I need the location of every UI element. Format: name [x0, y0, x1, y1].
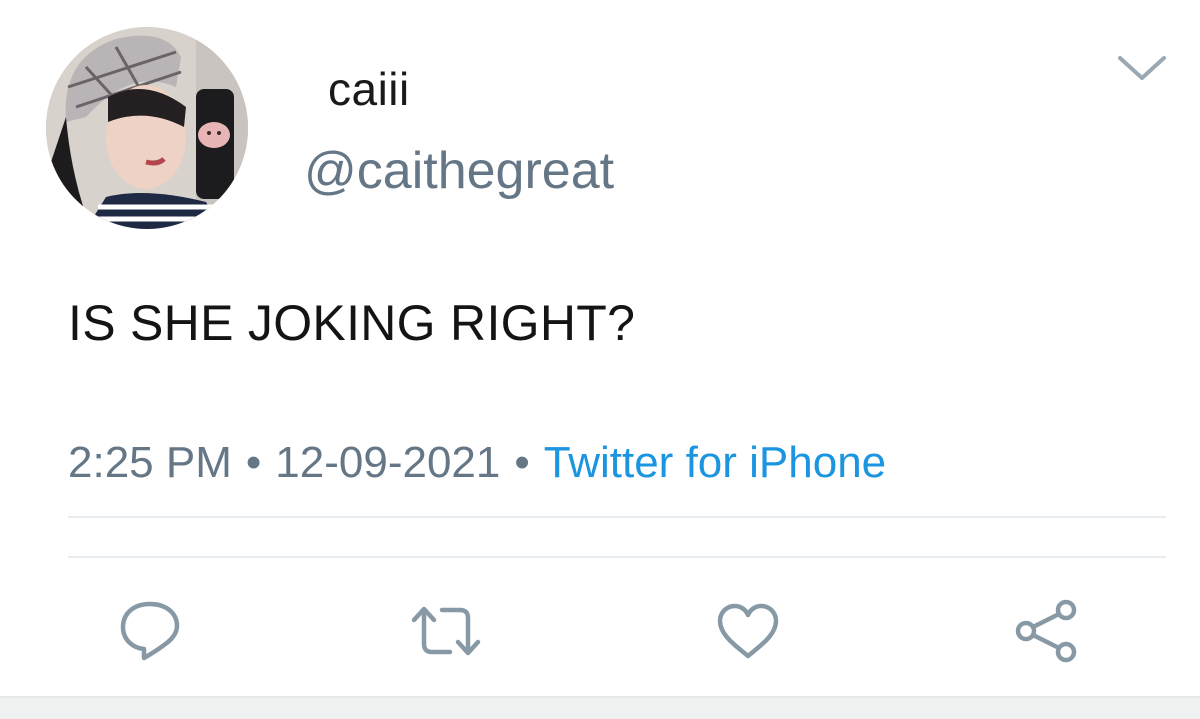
- retweet-icon: [411, 606, 481, 656]
- chevron-down-icon[interactable]: [1114, 50, 1170, 86]
- tweet-source-link[interactable]: Twitter for iPhone: [544, 438, 886, 487]
- tweet-text: IS SHE JOKING RIGHT?: [68, 295, 636, 351]
- like-button[interactable]: [712, 596, 784, 666]
- heart-icon: [717, 603, 779, 659]
- share-button[interactable]: [1010, 596, 1082, 666]
- avatar[interactable]: [46, 27, 248, 229]
- share-icon: [1015, 599, 1077, 663]
- bottom-divider: [0, 696, 1200, 719]
- display-name[interactable]: caiii: [328, 66, 410, 112]
- tweet-metadata: 2:25 PM • 12-09-2021 • Twitter for iPhone: [68, 441, 886, 485]
- user-handle[interactable]: @caithegreat: [304, 145, 614, 197]
- avatar-image: [46, 27, 248, 229]
- tweet-date: 12-09-2021: [275, 438, 501, 487]
- retweet-button[interactable]: [410, 596, 482, 666]
- reply-button[interactable]: [114, 596, 186, 666]
- reply-icon: [120, 601, 180, 661]
- divider: [68, 516, 1166, 518]
- separator-dot: •: [245, 438, 262, 487]
- tweet-time: 2:25 PM: [68, 438, 232, 487]
- tweet-card: caiii @caithegreat IS SHE JOKING RIGHT? …: [0, 0, 1200, 719]
- divider: [68, 556, 1166, 558]
- separator-dot: •: [514, 438, 530, 487]
